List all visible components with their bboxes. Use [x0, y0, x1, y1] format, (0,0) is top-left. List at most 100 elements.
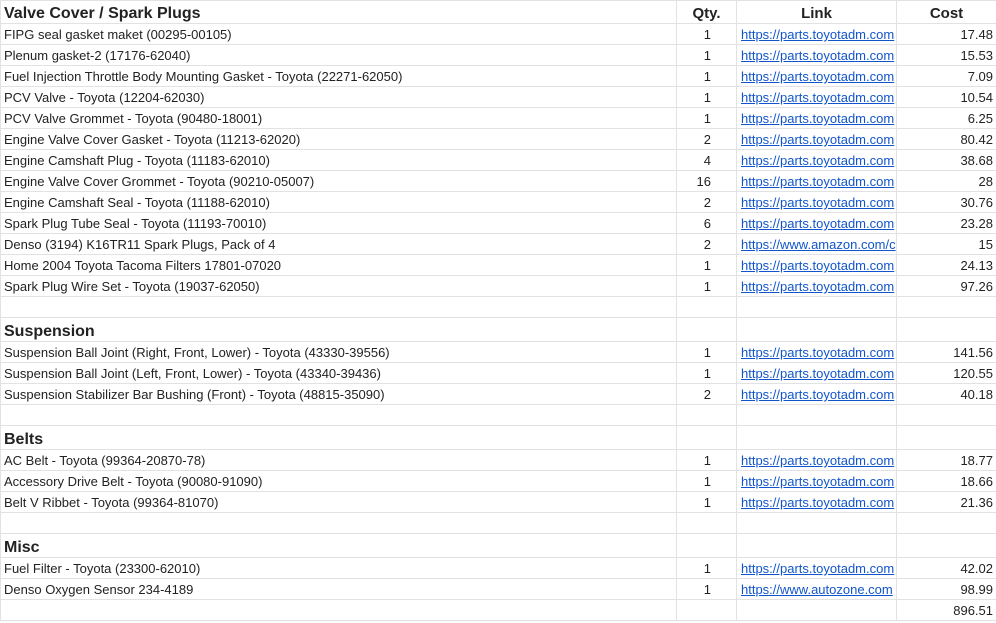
part-link[interactable]: https://parts.toyotadm.com	[741, 27, 894, 42]
item-name-cell[interactable]: Engine Valve Cover Grommet - Toyota (902…	[0, 170, 677, 192]
empty-cell[interactable]	[0, 296, 677, 318]
part-link[interactable]: https://parts.toyotadm.com	[741, 174, 894, 189]
empty-cell[interactable]	[896, 317, 996, 342]
empty-cell[interactable]	[676, 425, 737, 450]
qty-cell[interactable]: 4	[676, 149, 737, 171]
total-cost-cell[interactable]: 896.51	[896, 599, 996, 621]
section-header-cell[interactable]: Suspension	[0, 317, 677, 342]
cost-cell[interactable]: 98.99	[896, 578, 996, 600]
link-cell[interactable]: https://parts.toyotadm.com	[736, 86, 897, 108]
cost-cell[interactable]: 10.54	[896, 86, 996, 108]
cost-cell[interactable]: 120.55	[896, 362, 996, 384]
qty-cell[interactable]: 2	[676, 191, 737, 213]
item-name-cell[interactable]: Spark Plug Wire Set - Toyota (19037-6205…	[0, 275, 677, 297]
part-link[interactable]: https://parts.toyotadm.com	[741, 366, 894, 381]
cost-cell[interactable]: 23.28	[896, 212, 996, 234]
cost-cell[interactable]: 38.68	[896, 149, 996, 171]
qty-cell[interactable]: 1	[676, 470, 737, 492]
qty-cell[interactable]: 1	[676, 44, 737, 66]
part-link[interactable]: https://parts.toyotadm.com	[741, 48, 894, 63]
empty-cell[interactable]	[676, 599, 737, 621]
item-name-cell[interactable]: Fuel Injection Throttle Body Mounting Ga…	[0, 65, 677, 87]
part-link[interactable]: https://parts.toyotadm.com	[741, 69, 894, 84]
qty-cell[interactable]: 1	[676, 107, 737, 129]
part-link[interactable]: https://parts.toyotadm.com	[741, 258, 894, 273]
part-link[interactable]: https://parts.toyotadm.com	[741, 153, 894, 168]
link-cell[interactable]: https://parts.toyotadm.com	[736, 341, 897, 363]
part-link[interactable]: https://www.amazon.com/c	[741, 237, 896, 252]
part-link[interactable]: https://parts.toyotadm.com	[741, 132, 894, 147]
link-cell[interactable]: https://parts.toyotadm.com	[736, 383, 897, 405]
empty-cell[interactable]	[0, 599, 677, 621]
link-cell[interactable]: https://parts.toyotadm.com	[736, 557, 897, 579]
empty-cell[interactable]	[676, 317, 737, 342]
link-cell[interactable]: https://parts.toyotadm.com	[736, 212, 897, 234]
qty-cell[interactable]: 1	[676, 578, 737, 600]
cost-cell[interactable]: 24.13	[896, 254, 996, 276]
qty-cell[interactable]: 1	[676, 275, 737, 297]
link-header-cell[interactable]: Link	[736, 0, 897, 24]
empty-cell[interactable]	[736, 317, 897, 342]
link-cell[interactable]: https://parts.toyotadm.com	[736, 149, 897, 171]
link-cell[interactable]: https://parts.toyotadm.com	[736, 254, 897, 276]
cost-cell[interactable]: 80.42	[896, 128, 996, 150]
item-name-cell[interactable]: Home 2004 Toyota Tacoma Filters 17801-07…	[0, 254, 677, 276]
cost-cell[interactable]: 18.66	[896, 470, 996, 492]
part-link[interactable]: https://parts.toyotadm.com	[741, 474, 894, 489]
cost-cell[interactable]: 17.48	[896, 23, 996, 45]
link-cell[interactable]: https://parts.toyotadm.com	[736, 23, 897, 45]
part-link[interactable]: https://parts.toyotadm.com	[741, 111, 894, 126]
qty-cell[interactable]: 16	[676, 170, 737, 192]
part-link[interactable]: https://parts.toyotadm.com	[741, 387, 894, 402]
qty-header-cell[interactable]: Qty.	[676, 0, 737, 24]
item-name-cell[interactable]: Denso Oxygen Sensor 234-4189	[0, 578, 677, 600]
empty-cell[interactable]	[676, 404, 737, 426]
empty-cell[interactable]	[736, 599, 897, 621]
empty-cell[interactable]	[736, 404, 897, 426]
item-name-cell[interactable]: PCV Valve Grommet - Toyota (90480-18001)	[0, 107, 677, 129]
cost-cell[interactable]: 15	[896, 233, 996, 255]
link-cell[interactable]: https://parts.toyotadm.com	[736, 170, 897, 192]
cost-cell[interactable]: 6.25	[896, 107, 996, 129]
qty-cell[interactable]: 1	[676, 86, 737, 108]
qty-cell[interactable]: 1	[676, 23, 737, 45]
cost-cell[interactable]: 42.02	[896, 557, 996, 579]
cost-cell[interactable]: 18.77	[896, 449, 996, 471]
link-cell[interactable]: https://parts.toyotadm.com	[736, 128, 897, 150]
item-name-cell[interactable]: Engine Camshaft Plug - Toyota (11183-620…	[0, 149, 677, 171]
item-name-cell[interactable]: Engine Camshaft Seal - Toyota (11188-620…	[0, 191, 677, 213]
link-cell[interactable]: https://parts.toyotadm.com	[736, 107, 897, 129]
part-link[interactable]: https://parts.toyotadm.com	[741, 453, 894, 468]
link-cell[interactable]: https://parts.toyotadm.com	[736, 491, 897, 513]
section-header-cell[interactable]: Valve Cover / Spark Plugs	[0, 0, 677, 24]
empty-cell[interactable]	[0, 512, 677, 534]
link-cell[interactable]: https://parts.toyotadm.com	[736, 275, 897, 297]
empty-cell[interactable]	[896, 404, 996, 426]
empty-cell[interactable]	[0, 404, 677, 426]
item-name-cell[interactable]: Denso (3194) K16TR11 Spark Plugs, Pack o…	[0, 233, 677, 255]
link-cell[interactable]: https://parts.toyotadm.com	[736, 362, 897, 384]
part-link[interactable]: https://www.autozone.com	[741, 582, 893, 597]
part-link[interactable]: https://parts.toyotadm.com	[741, 279, 894, 294]
cost-cell[interactable]: 7.09	[896, 65, 996, 87]
qty-cell[interactable]: 1	[676, 449, 737, 471]
cost-cell[interactable]: 21.36	[896, 491, 996, 513]
item-name-cell[interactable]: PCV Valve - Toyota (12204-62030)	[0, 86, 677, 108]
item-name-cell[interactable]: Belt V Ribbet - Toyota (99364-81070)	[0, 491, 677, 513]
qty-cell[interactable]: 1	[676, 491, 737, 513]
item-name-cell[interactable]: AC Belt - Toyota (99364-20870-78)	[0, 449, 677, 471]
section-header-cell[interactable]: Misc	[0, 533, 677, 558]
part-link[interactable]: https://parts.toyotadm.com	[741, 195, 894, 210]
link-cell[interactable]: https://www.autozone.com	[736, 578, 897, 600]
part-link[interactable]: https://parts.toyotadm.com	[741, 216, 894, 231]
item-name-cell[interactable]: Accessory Drive Belt - Toyota (90080-910…	[0, 470, 677, 492]
empty-cell[interactable]	[736, 425, 897, 450]
empty-cell[interactable]	[896, 425, 996, 450]
cost-cell[interactable]: 30.76	[896, 191, 996, 213]
qty-cell[interactable]: 2	[676, 233, 737, 255]
cost-cell[interactable]: 141.56	[896, 341, 996, 363]
cost-header-cell[interactable]: Cost	[896, 0, 996, 24]
cost-cell[interactable]: 15.53	[896, 44, 996, 66]
cost-cell[interactable]: 28	[896, 170, 996, 192]
empty-cell[interactable]	[896, 296, 996, 318]
